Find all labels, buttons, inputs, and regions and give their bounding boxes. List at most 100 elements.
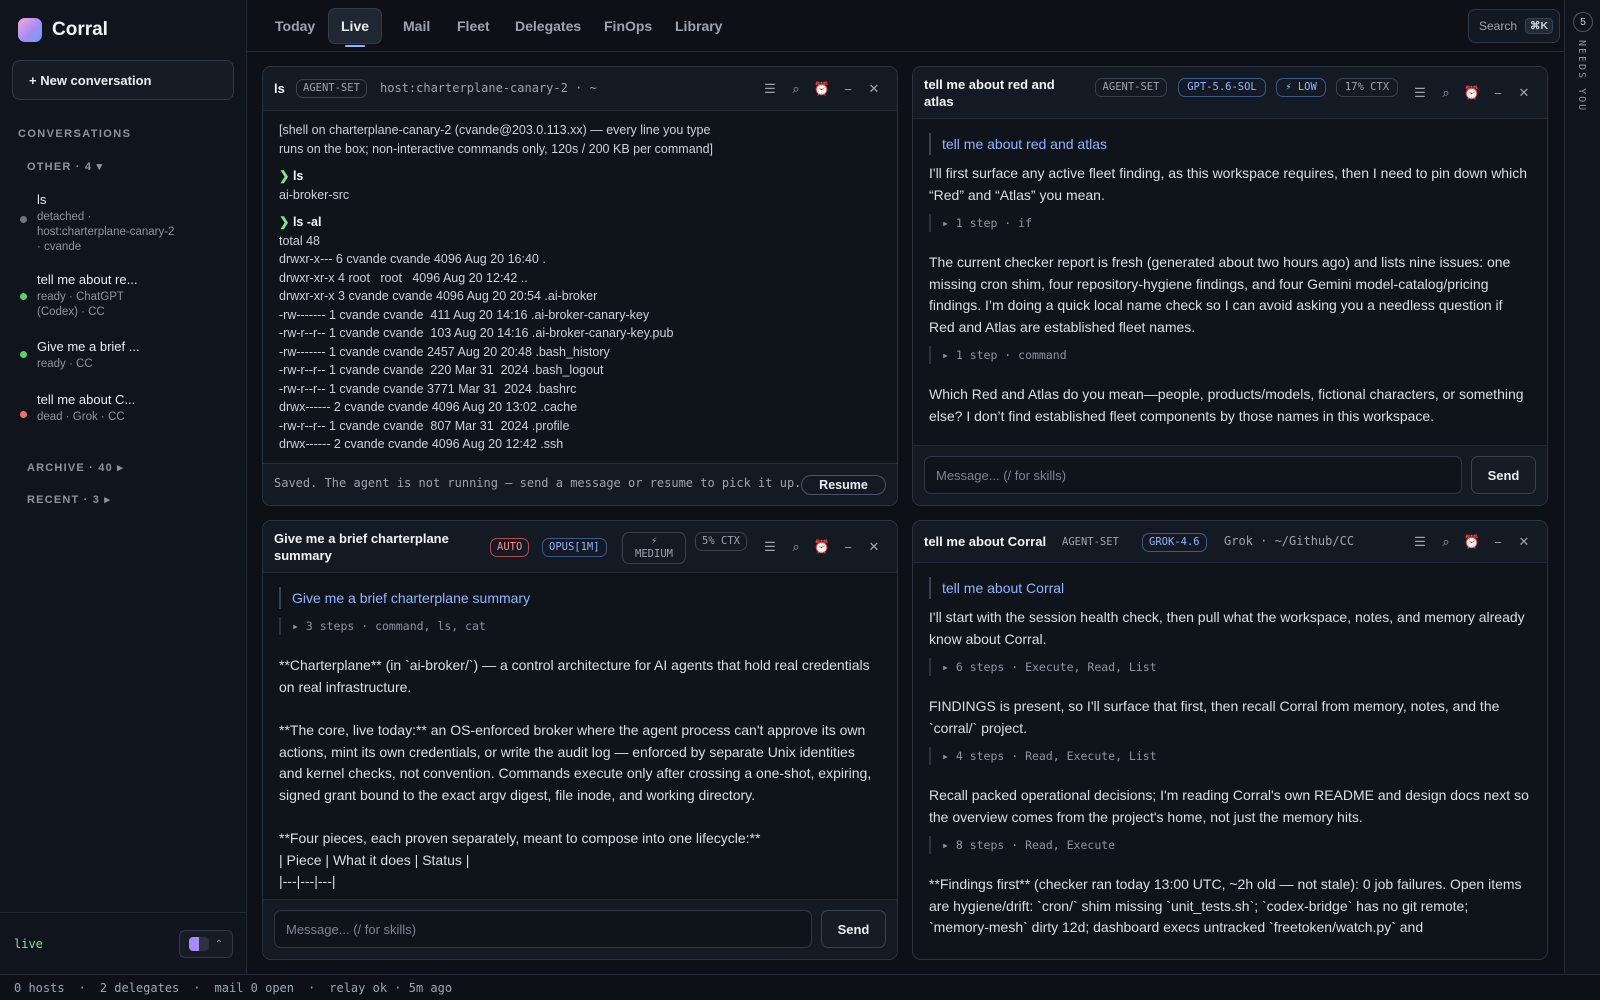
model-badge: GPT-5.6-SOL <box>1178 78 1266 97</box>
send-button[interactable]: Send <box>1471 456 1536 494</box>
assistant-message: The current checker report is fresh (gen… <box>929 254 1511 335</box>
alarm-clock-icon[interactable]: ⏰ <box>1459 531 1485 553</box>
needs-you-count: 5 <box>1573 12 1593 32</box>
alarm-clock-icon[interactable]: ⏰ <box>809 536 835 558</box>
toggle-switch-icon <box>188 937 209 951</box>
search-button[interactable]: Search ⌘K <box>1468 9 1560 43</box>
assistant-message: | Piece | What it does | Status | <box>279 851 470 868</box>
caret-up-icon: ⌃ <box>214 938 224 950</box>
resume-button[interactable]: Resume <box>801 475 886 495</box>
alarm-clock-icon[interactable]: ⏰ <box>1459 82 1485 104</box>
minimize-icon[interactable]: − <box>835 78 861 100</box>
sidebar: Corral + New conversation CONVERSATIONS … <box>0 0 247 974</box>
pane-title: Give me a brief charterplane summary <box>274 531 449 563</box>
chat-transcript: tell me about red and atlas I'll first s… <box>913 133 1547 443</box>
terminal-output-block: ai-broker-src <box>279 187 350 202</box>
brand[interactable]: Corral <box>18 18 108 42</box>
alarm-clock-icon[interactable]: ⏰ <box>809 78 835 100</box>
mail-status[interactable]: mail 0 open <box>215 981 294 995</box>
search-icon[interactable]: ⌕ <box>1433 531 1459 553</box>
new-conversation-button[interactable]: + New conversation <box>12 60 234 100</box>
pane-corral: tell me about Corral AGENT-SET GROK-4.6 … <box>912 520 1548 960</box>
assistant-message: I'll start with the session health check… <box>929 609 1525 647</box>
tab-library[interactable]: Library <box>663 8 734 44</box>
assistant-message: Which Red and Atlas do you mean—people, … <box>929 386 1524 424</box>
tab-today[interactable]: Today <box>263 8 327 44</box>
conversation-title: ls <box>37 192 47 207</box>
corral-logo-icon <box>18 18 42 42</box>
message-input[interactable]: Message... (/ for skills) <box>274 910 812 948</box>
terminal-banner: [shell on charterplane-canary-2 (cvande@… <box>279 123 714 156</box>
theme-toggle[interactable]: ⌃ <box>179 930 233 958</box>
close-icon[interactable]: ✕ <box>1511 531 1537 553</box>
terminal-output: [shell on charterplane-canary-2 (cvande@… <box>263 121 897 465</box>
composer: Message... (/ for skills) Send <box>263 899 897 959</box>
tab-live[interactable]: Live <box>328 8 383 47</box>
close-icon[interactable]: ✕ <box>861 536 887 558</box>
conversation-subtitle: ready · ChatGPT (Codex) · CC <box>37 291 124 318</box>
search-icon[interactable]: ⌕ <box>783 78 809 100</box>
group-archive[interactable]: ARCHIVE · 40 ▸ <box>27 461 124 474</box>
terminal-command: ❯ ls <box>279 169 304 183</box>
pane-controls: ☰ ⌕ ⏰ − ✕ <box>757 536 887 558</box>
separator: · <box>78 980 86 995</box>
app-name: Corral <box>52 19 108 40</box>
send-button[interactable]: Send <box>821 910 886 948</box>
steps-toggle[interactable]: ▸ 3 steps · command, ls, cat <box>279 617 881 635</box>
user-message: tell me about Corral <box>929 577 1531 599</box>
needs-you-rail[interactable]: 5 NEEDS YOU <box>1564 0 1600 974</box>
search-label: Search <box>1479 19 1518 33</box>
assistant-message: FINDINGS is present, so I'll surface tha… <box>929 698 1500 736</box>
sidebar-footer: live ⌃ <box>0 912 247 974</box>
tab-fleet[interactable]: Fleet <box>445 8 502 44</box>
group-other[interactable]: OTHER · 4 ▾ <box>27 160 103 173</box>
terminal-command: ❯ ls -al <box>279 215 322 229</box>
conversation-subtitle: dead · Grok · CC <box>37 411 125 423</box>
status-dot <box>20 216 27 223</box>
user-message: tell me about red and atlas <box>929 133 1531 155</box>
group-recent[interactable]: RECENT · 3 ▸ <box>27 493 111 506</box>
shortcut-key: ⌘K <box>1525 18 1554 34</box>
menu-icon[interactable]: ☰ <box>1407 531 1433 553</box>
menu-icon[interactable]: ☰ <box>1407 82 1433 104</box>
assistant-message: Recall packed operational decisions; I'm… <box>929 787 1529 825</box>
conversation-item-ls[interactable]: ls detached · host:charterplane-canary-2… <box>18 192 233 253</box>
menu-icon[interactable]: ☰ <box>757 536 783 558</box>
steps-toggle[interactable]: ▸ 1 step · if <box>929 214 1531 232</box>
tab-finops[interactable]: FinOps <box>592 8 664 44</box>
minimize-icon[interactable]: − <box>1485 82 1511 104</box>
steps-toggle[interactable]: ▸ 8 steps · Read, Execute <box>929 836 1531 854</box>
menu-icon[interactable]: ☰ <box>757 78 783 100</box>
tab-mail[interactable]: Mail <box>391 8 442 44</box>
model-badge: GROK-4.6 <box>1142 533 1207 552</box>
pane-header: ls AGENT-SET host:charterplane-canary-2 … <box>263 67 897 111</box>
delegates-status[interactable]: 2 delegates <box>100 981 179 995</box>
status-dot <box>20 411 27 418</box>
conversation-item-red-atlas[interactable]: tell me about re... ready · ChatGPT (Cod… <box>18 272 233 322</box>
top-navigation: Today Live Mail Fleet Delegates FinOps L… <box>247 0 1564 52</box>
chat-transcript: Give me a brief charterplane summary ▸ 3… <box>263 587 897 897</box>
conversation-item-corral[interactable]: tell me about C... dead · Grok · CC <box>18 392 233 438</box>
tab-delegates[interactable]: Delegates <box>503 8 593 44</box>
host-label: host:charterplane-canary-2 · ~ <box>380 81 597 95</box>
message-input[interactable]: Message... (/ for skills) <box>924 456 1462 494</box>
needs-you-label: NEEDS YOU <box>1576 40 1587 113</box>
pane-controls: ☰ ⌕ ⏰ − ✕ <box>1407 82 1537 104</box>
minimize-icon[interactable]: − <box>835 536 861 558</box>
saved-note: Saved. The agent is not running — send a… <box>274 476 802 490</box>
search-icon[interactable]: ⌕ <box>783 536 809 558</box>
hosts-status[interactable]: 0 hosts <box>14 981 65 995</box>
steps-toggle[interactable]: ▸ 6 steps · Execute, Read, List <box>929 658 1531 676</box>
minimize-icon[interactable]: − <box>1485 531 1511 553</box>
effort-badge: ⚡ MEDIUM <box>622 532 686 564</box>
close-icon[interactable]: ✕ <box>861 78 887 100</box>
search-icon[interactable]: ⌕ <box>1433 82 1459 104</box>
steps-toggle[interactable]: ▸ 1 step · command <box>929 346 1531 364</box>
assistant-message: **Four pieces, each proven separately, m… <box>279 830 761 846</box>
agent-set-badge: AGENT-SET <box>296 79 367 98</box>
conversation-item-charterplane[interactable]: Give me a brief ... ready · CC <box>18 339 233 373</box>
pane-title: tell me about Corral <box>924 534 1047 549</box>
pane-title: tell me about red and atlas <box>924 77 1055 109</box>
steps-toggle[interactable]: ▸ 4 steps · Read, Execute, List <box>929 747 1531 765</box>
close-icon[interactable]: ✕ <box>1511 82 1537 104</box>
